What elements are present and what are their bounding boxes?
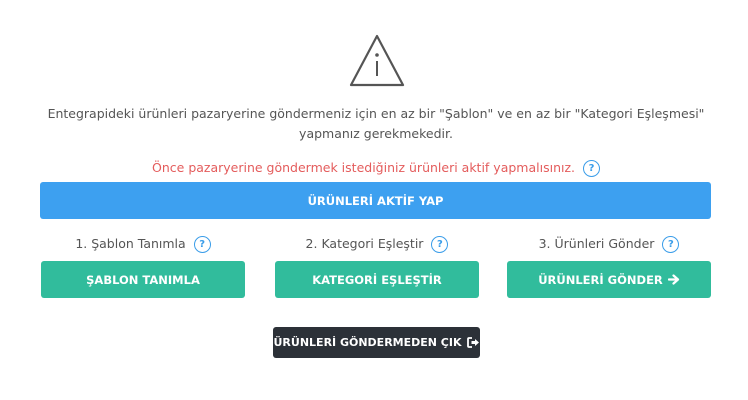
intro-line-1: Entegrapideki ürünleri pazaryerine gönde… — [47, 106, 705, 121]
step-1-label-text: 1. Şablon Tanımla — [75, 236, 186, 251]
intro-line-2: yapmanız gerekmekedir. — [299, 126, 453, 141]
exit-without-sending-button[interactable]: ÜRÜNLERİ GÖNDERMEDEN ÇIK — [273, 327, 480, 358]
match-category-label: KATEGORİ EŞLEŞTİR — [312, 272, 442, 287]
step-3-label-text: 3. Ürünleri Gönder — [538, 236, 655, 251]
question-circle-icon[interactable]: ? — [662, 236, 680, 253]
define-template-label: ŞABLON TANIMLA — [86, 272, 200, 287]
step-label-1: 1. Şablon Tanımla ? — [41, 234, 245, 254]
activate-notice-text: Önce pazaryerine göndermek istediğiniz ü… — [152, 160, 575, 175]
question-circle-icon[interactable]: ? — [582, 160, 600, 177]
step-label-2: 2. Kategori Eşleştir ? — [275, 234, 479, 254]
activate-notice: Önce pazaryerine göndermek istediğiniz ü… — [40, 158, 712, 178]
warning-triangle-icon — [349, 34, 405, 87]
sign-out-icon — [466, 337, 479, 348]
send-products-label: ÜRÜNLERİ GÖNDER — [538, 272, 663, 287]
question-circle-icon[interactable]: ? — [193, 236, 211, 253]
step-2-label-text: 2. Kategori Eşleştir — [305, 236, 424, 251]
question-circle-icon[interactable]: ? — [431, 236, 449, 253]
activate-products-button[interactable]: ÜRÜNLERİ AKTİF YAP — [40, 182, 711, 219]
match-category-button[interactable]: KATEGORİ EŞLEŞTİR — [275, 261, 479, 298]
intro-text: Entegrapideki ürünleri pazaryerine gönde… — [40, 104, 712, 144]
step-label-3: 3. Ürünleri Gönder ? — [507, 234, 711, 254]
define-template-button[interactable]: ŞABLON TANIMLA — [41, 261, 245, 298]
arrow-right-icon — [667, 274, 679, 285]
send-products-button[interactable]: ÜRÜNLERİ GÖNDER — [507, 261, 711, 298]
exit-without-sending-label: ÜRÜNLERİ GÖNDERMEDEN ÇIK — [273, 336, 462, 349]
